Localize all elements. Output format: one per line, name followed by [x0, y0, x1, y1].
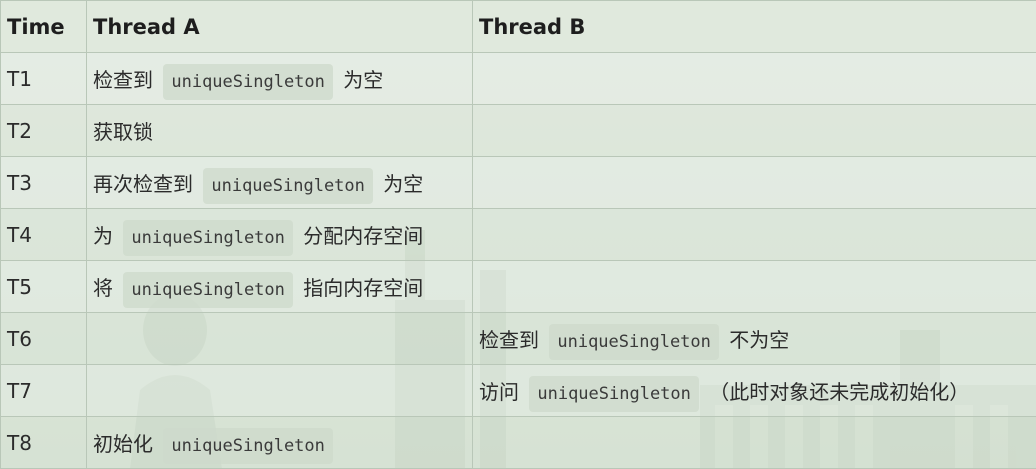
inline-code: uniqueSingleton	[123, 220, 293, 256]
thread-b-cell	[472, 156, 1036, 209]
thread-a-cell	[86, 364, 473, 417]
cell-text-suffix: 指向内存空间	[303, 276, 424, 300]
thread-a-cell: 将 uniqueSingleton 指向内存空间	[86, 260, 473, 313]
inline-code: uniqueSingleton	[549, 324, 719, 360]
table-row: T6 检查到 uniqueSingleton 不为空	[0, 312, 1036, 365]
table-row: T2 获取锁	[0, 104, 1036, 157]
thread-a-cell: 检查到 uniqueSingleton 为空	[86, 52, 473, 105]
table-row: T8 初始化 uniqueSingleton	[0, 416, 1036, 469]
inline-code: uniqueSingleton	[123, 272, 293, 308]
time-cell: T3	[0, 156, 87, 209]
thread-b-cell: 访问 uniqueSingleton （此时对象还未完成初始化）	[472, 364, 1036, 417]
thread-a-cell	[86, 312, 473, 365]
cell-text: 初始化	[93, 432, 153, 456]
thread-b-cell	[472, 52, 1036, 105]
table-row: T4 为 uniqueSingleton 分配内存空间	[0, 208, 1036, 261]
column-header-thread-a: Thread A	[86, 0, 473, 53]
column-header-time: Time	[0, 0, 87, 53]
time-cell: T8	[0, 416, 87, 469]
cell-text-suffix: （此时对象还未完成初始化）	[709, 380, 970, 404]
table-body: T1 检查到 uniqueSingleton 为空 T2 获取锁 T3 再次检查到 uni…	[0, 52, 1036, 469]
table-row: T5 将 uniqueSingleton 指向内存空间	[0, 260, 1036, 313]
cell-text-suffix: 不为空	[729, 328, 790, 352]
time-cell: T5	[0, 260, 87, 313]
thread-a-cell: 初始化 uniqueSingleton	[86, 416, 473, 469]
inline-code: uniqueSingleton	[529, 376, 699, 412]
inline-code: uniqueSingleton	[163, 64, 333, 100]
inline-code: uniqueSingleton	[163, 428, 333, 464]
cell-text: 为	[93, 224, 113, 248]
time-cell: T2	[0, 104, 87, 157]
cell-text-suffix: 为空	[343, 68, 384, 92]
cell-text: 检查到	[93, 68, 153, 92]
cell-text: 将	[93, 276, 113, 300]
inline-code: uniqueSingleton	[203, 168, 373, 204]
thread-a-cell: 为 uniqueSingleton 分配内存空间	[86, 208, 473, 261]
thread-a-cell: 再次检查到 uniqueSingleton 为空	[86, 156, 473, 209]
table-row: T7 访问 uniqueSingleton （此时对象还未完成初始化）	[0, 364, 1036, 417]
cell-text-suffix: 分配内存空间	[303, 224, 424, 248]
header-row: Time Thread A Thread B	[0, 0, 1036, 53]
thread-b-cell	[472, 260, 1036, 313]
thread-b-cell: 检查到 uniqueSingleton 不为空	[472, 312, 1036, 365]
thread-b-cell	[472, 416, 1036, 469]
time-cell: T6	[0, 312, 87, 365]
time-cell: T4	[0, 208, 87, 261]
cell-text: 获取锁	[93, 120, 153, 144]
table-row: T3 再次检查到 uniqueSingleton 为空	[0, 156, 1036, 209]
cell-text: 访问	[479, 380, 519, 404]
column-header-thread-b: Thread B	[472, 0, 1036, 53]
table-row: T1 检查到 uniqueSingleton 为空	[0, 52, 1036, 105]
thread-b-cell	[472, 208, 1036, 261]
cell-text-suffix: 为空	[383, 172, 424, 196]
time-cell: T7	[0, 364, 87, 417]
cell-text: 再次检查到	[93, 172, 193, 196]
cell-text: 检查到	[479, 328, 539, 352]
timeline-table: Time Thread A Thread B T1 检查到 uniqueSingl…	[0, 0, 1036, 469]
time-cell: T1	[0, 52, 87, 105]
thread-b-cell	[472, 104, 1036, 157]
thread-a-cell: 获取锁	[86, 104, 473, 157]
